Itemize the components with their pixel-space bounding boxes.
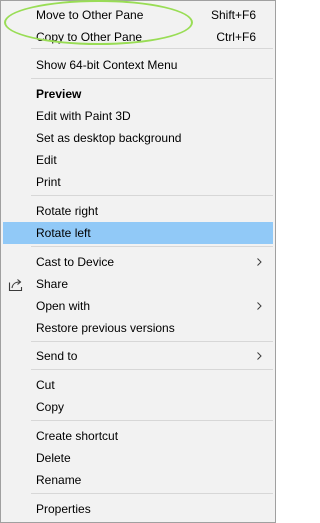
menu-item-label: Preview <box>36 87 82 101</box>
menu-item-label: Copy to Other Pane <box>36 30 143 44</box>
menu-item-label: Copy <box>36 400 65 414</box>
menu-separator <box>31 420 273 421</box>
menu-separator <box>31 341 273 342</box>
menu-item-label: Delete <box>36 451 71 465</box>
share-icon <box>8 276 24 292</box>
menu-item-shortcut: Ctrl+F6 <box>216 30 256 44</box>
menu-item-label: Properties <box>36 502 91 516</box>
menu-item-label: Edit <box>36 153 57 167</box>
menu-item-rotate-right[interactable]: Rotate right <box>3 200 273 222</box>
menu-item-preview[interactable]: Preview <box>3 83 273 105</box>
menu-item-label: Rotate right <box>36 204 99 218</box>
chevron-right-icon <box>257 345 265 367</box>
menu-item-shortcut: Shift+F6 <box>210 8 256 22</box>
menu-item-label: Set as desktop background <box>36 131 182 145</box>
menu-item-label: Rotate left <box>36 226 91 240</box>
menu-item-label: Rename <box>36 473 82 487</box>
menu-item-print[interactable]: Print <box>3 171 273 193</box>
menu-separator <box>31 48 273 49</box>
chevron-right-icon <box>257 251 265 273</box>
menu-item-edit-with-paint-3d[interactable]: Edit with Paint 3D <box>3 105 273 127</box>
menu-item-copy-to-other-pane[interactable]: Copy to Other Pane Ctrl+F6 <box>3 26 273 48</box>
menu-separator <box>31 78 273 79</box>
menu-item-label: Create shortcut <box>36 429 119 443</box>
menu-item-rename[interactable]: Rename <box>3 469 273 491</box>
menu-item-label: Move to Other Pane <box>36 8 144 22</box>
menu-item-show-64bit-context-menu[interactable]: Show 64-bit Context Menu <box>3 54 273 76</box>
menu-item-label: Open with <box>36 299 91 313</box>
menu-item-create-shortcut[interactable]: Create shortcut <box>3 425 273 447</box>
menu-item-label: Share <box>36 277 69 291</box>
menu-item-label: Send to <box>36 349 78 363</box>
menu-item-rotate-left[interactable]: Rotate left <box>3 222 273 244</box>
menu-item-delete[interactable]: Delete <box>3 447 273 469</box>
menu-item-cut[interactable]: Cut <box>3 374 273 396</box>
menu-item-label: Cast to Device <box>36 255 115 269</box>
chevron-right-icon <box>257 295 265 317</box>
menu-separator <box>31 369 273 370</box>
context-menu: Move to Other Pane Shift+F6 Copy to Othe… <box>0 0 276 523</box>
menu-item-set-as-desktop-background[interactable]: Set as desktop background <box>3 127 273 149</box>
menu-separator <box>31 195 273 196</box>
menu-item-restore-previous-versions[interactable]: Restore previous versions <box>3 317 273 339</box>
menu-separator <box>31 493 273 494</box>
menu-separator <box>31 246 273 247</box>
menu-item-share[interactable]: Share <box>3 273 273 295</box>
menu-item-label: Show 64-bit Context Menu <box>36 58 178 72</box>
menu-item-label: Restore previous versions <box>36 321 175 335</box>
menu-item-move-to-other-pane[interactable]: Move to Other Pane Shift+F6 <box>3 4 273 26</box>
menu-item-label: Print <box>36 175 61 189</box>
menu-item-label: Edit with Paint 3D <box>36 109 131 123</box>
menu-item-copy[interactable]: Copy <box>3 396 273 418</box>
menu-item-cast-to-device[interactable]: Cast to Device <box>3 251 273 273</box>
menu-item-label: Cut <box>36 378 55 392</box>
menu-item-properties[interactable]: Properties <box>3 498 273 520</box>
menu-item-edit[interactable]: Edit <box>3 149 273 171</box>
menu-item-send-to[interactable]: Send to <box>3 345 273 367</box>
menu-item-open-with[interactable]: Open with <box>3 295 273 317</box>
